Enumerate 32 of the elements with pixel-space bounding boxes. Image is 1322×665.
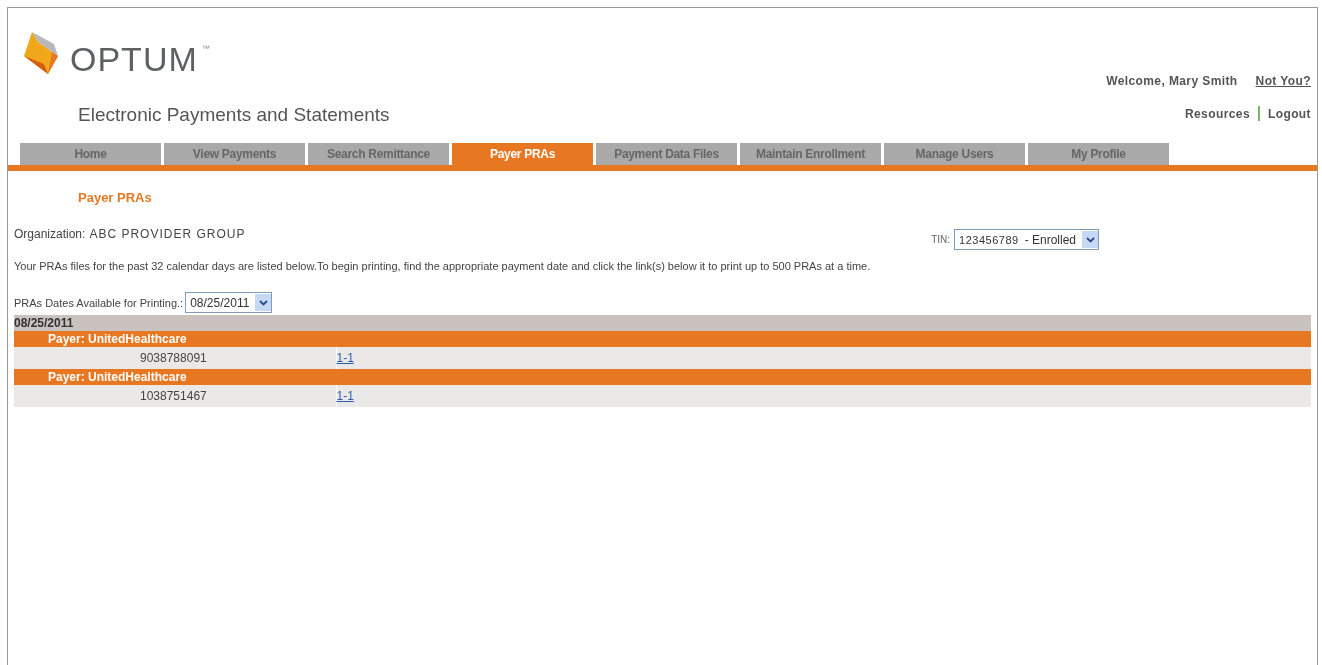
nav-tab[interactable]: My Profile (1028, 143, 1169, 165)
payer-header-row: Payer: UnitedHealthcare (14, 331, 1311, 347)
chevron-down-icon (258, 299, 268, 306)
nav-tab[interactable]: Search Remittance (308, 143, 449, 165)
nav-tab[interactable]: Payer PRAs (452, 143, 593, 165)
date-header-row: 08/25/2011 (14, 315, 1311, 331)
app-subtitle: Electronic Payments and Statements (78, 104, 390, 126)
organization-label: Organization: (14, 226, 86, 241)
not-you-link[interactable]: Not You? (1255, 74, 1311, 88)
nav-tab[interactable]: View Payments (164, 143, 305, 165)
nav-tab[interactable]: Manage Users (884, 143, 1025, 165)
chevron-down-icon (1085, 236, 1095, 243)
header-link[interactable]: Resources (1185, 106, 1250, 121)
print-range-link[interactable]: 1-1 (336, 351, 354, 365)
page-title: Payer PRAs (78, 190, 153, 205)
trademark-mark: ™ (201, 44, 210, 53)
instructions-text: Your PRAs files for the past 32 calendar days are listed below.To begin printing, find the appropriate payment date and click the link(s) below it to print up to 500 PRAs at a time. (14, 260, 872, 272)
logo-wordmark: OPTUM (70, 42, 198, 78)
print-range-link[interactable]: 1-1 (336, 389, 354, 403)
nav-tab[interactable]: Maintain Enrollment (740, 143, 881, 165)
nav-tab[interactable]: Payment Data Files (596, 143, 737, 165)
header-link[interactable]: Logout (1267, 106, 1311, 121)
payment-number-cell: 9038788091 (14, 347, 336, 369)
payment-number-cell: 1038751467 (14, 385, 336, 407)
nav-tab[interactable]: Home (20, 143, 161, 165)
tin-dropdown[interactable]: 123456789 - Enrolled (954, 229, 1099, 250)
date-dropdown[interactable]: 08/25/2011 (185, 292, 273, 313)
dates-label: PRAs Dates Available for Printing.: (14, 296, 184, 309)
payer-header-row: Payer: UnitedHealthcare (14, 369, 1311, 385)
tin-label: TIN: (931, 234, 951, 245)
welcome-text: Welcome, Mary Smith (1106, 74, 1238, 88)
organization-name: ABC PROVIDER GROUP (89, 226, 246, 241)
